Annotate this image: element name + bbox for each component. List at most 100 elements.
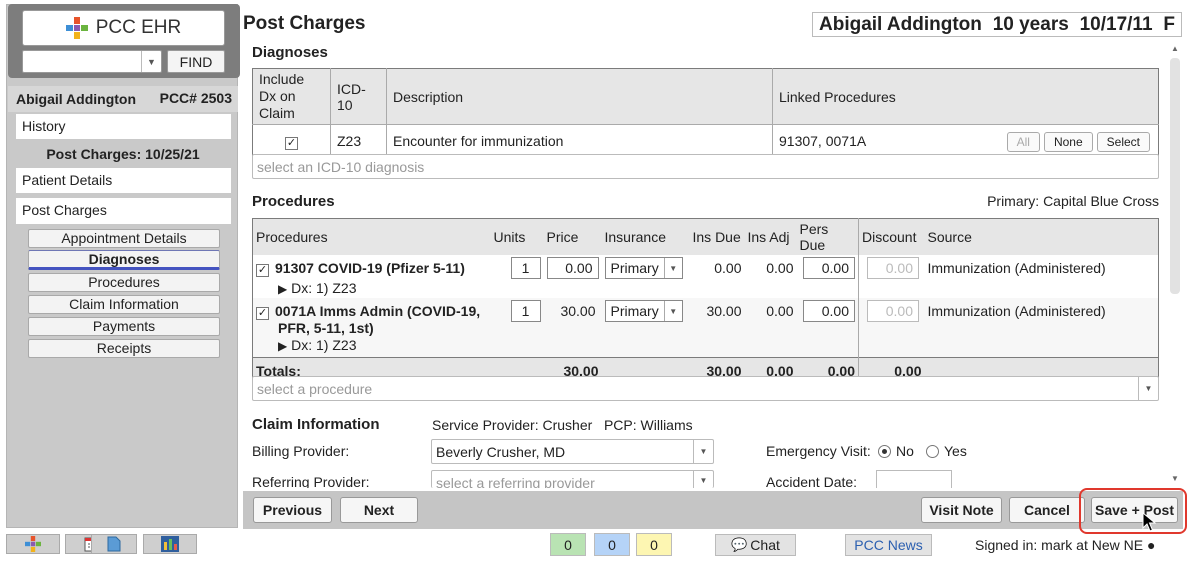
link-select-button[interactable]: Select xyxy=(1096,132,1150,152)
procedures-heading: Procedures xyxy=(252,193,335,210)
col-linked-procedures: Linked Procedures xyxy=(772,68,1159,125)
ins-adj: 0.00 xyxy=(766,303,794,319)
emergency-no-radio[interactable]: No xyxy=(878,443,914,459)
units-input[interactable]: 1 xyxy=(510,257,541,279)
chat-button[interactable]: 💬 Chat xyxy=(715,534,796,556)
ins-due: 30.00 xyxy=(706,303,742,319)
subitem-diagnoses[interactable]: Diagnoses xyxy=(28,250,220,270)
cursor-icon xyxy=(1142,512,1156,532)
pers-due-input[interactable]: 0.00 xyxy=(803,300,855,322)
subitem-appointment-details[interactable]: Appointment Details xyxy=(28,229,220,248)
status-count-blue[interactable]: 0 xyxy=(594,533,630,556)
link-none-button[interactable]: None xyxy=(1043,132,1093,152)
chevron-down-icon: ▼ xyxy=(663,301,682,321)
chevron-down-icon[interactable]: ▼ xyxy=(141,51,161,72)
status-count-green[interactable]: 0 xyxy=(550,533,586,556)
emergency-yes-radio[interactable]: Yes xyxy=(926,443,967,459)
find-button[interactable]: FIND xyxy=(167,50,225,73)
expand-triangle-icon[interactable]: ▶ xyxy=(278,339,287,353)
col-price: Price xyxy=(543,218,602,255)
discount-input[interactable]: 0.00 xyxy=(867,300,919,322)
include-dx-checkbox[interactable]: ✓ xyxy=(285,136,298,150)
patient-header: PCC# 2503 Abigail Addington xyxy=(8,86,238,112)
col-source: Source xyxy=(924,218,1159,255)
procedure-dx: Dx: 1) Z23 xyxy=(291,280,357,296)
visit-note-button[interactable]: Visit Note xyxy=(921,497,1002,523)
pcc-ehr-home-button[interactable]: PCC EHR xyxy=(22,10,225,46)
discount-input[interactable]: 0.00 xyxy=(867,257,919,279)
col-ins-adj: Ins Adj xyxy=(744,218,797,255)
chevron-down-icon: ▼ xyxy=(663,258,682,278)
chevron-down-icon[interactable]: ▼ xyxy=(693,440,713,463)
chat-icon: 💬 xyxy=(731,537,748,552)
col-discount: Discount xyxy=(858,218,925,255)
referring-provider-select[interactable]: select a referring provider ▼ xyxy=(431,470,714,488)
status-count-yellow[interactable]: 0 xyxy=(636,533,672,556)
insurance-select[interactable]: Primary ▼ xyxy=(604,257,683,279)
app-title: PCC EHR xyxy=(95,17,182,38)
billing-provider-label: Billing Provider: xyxy=(252,443,350,459)
procedure-name: 91307 COVID-19 (Pfizer 5-11) xyxy=(275,260,465,276)
dx-description: Encounter for immunization xyxy=(386,124,773,158)
dx-linked-procedures: 91307, 0071A xyxy=(779,133,867,149)
next-button[interactable]: Next xyxy=(340,497,418,523)
pers-due-input[interactable]: 0.00 xyxy=(803,257,855,279)
reports-button[interactable] xyxy=(143,534,197,554)
units-input[interactable]: 1 xyxy=(510,300,541,322)
expand-triangle-icon[interactable]: ▶ xyxy=(278,282,287,296)
col-description: Description xyxy=(386,68,773,125)
post-charges-date: Post Charges: 10/25/21 xyxy=(46,146,200,162)
icd10-search-input[interactable]: select an ICD-10 diagnosis xyxy=(252,154,1159,179)
service-provider: Service Provider: Crusher PCP: Williams xyxy=(432,417,693,433)
table-row: ✓ 91307 COVID-19 (Pfizer 5-11) ▶ Dx: 1) Z… xyxy=(253,255,1159,298)
accident-date-label: Accident Date: xyxy=(766,474,858,488)
accident-date-input[interactable] xyxy=(876,470,952,488)
col-ins-due: Ins Due xyxy=(689,218,745,255)
banner-patient-name: Abigail Addington xyxy=(819,13,982,35)
procedure-name-line2: PFR, 5-11, 1st) xyxy=(278,320,374,336)
procedure-checkbox[interactable]: ✓ xyxy=(256,307,269,320)
primary-insurance-label: Primary: Capital Blue Cross xyxy=(987,193,1159,209)
pcc-tray-button[interactable] xyxy=(6,534,60,554)
chart-icon xyxy=(161,536,179,552)
previous-button[interactable]: Previous xyxy=(253,497,332,523)
table-row: ✓ 0071A Imms Admin (COVID-19, PFR, 5-11, … xyxy=(252,298,1159,358)
banner-patient-dob: 10/17/11 xyxy=(1079,13,1153,35)
pcc-logo-icon xyxy=(25,536,41,552)
ins-due: 0.00 xyxy=(714,260,742,276)
insurance-select[interactable]: Primary ▼ xyxy=(604,300,683,322)
subitem-payments[interactable]: Payments xyxy=(28,317,220,336)
vertical-scrollbar[interactable]: ▲ ▼ xyxy=(1168,44,1182,488)
emergency-visit-label: Emergency Visit: xyxy=(766,443,871,459)
link-all-button[interactable]: All xyxy=(1006,132,1040,152)
col-insurance: Insurance xyxy=(601,218,690,255)
procedure-search-select[interactable]: select a procedure ▼ xyxy=(252,376,1159,401)
signed-in-status: Signed in: mark at New NE ● xyxy=(975,537,1156,553)
sidebar-item-patient-details[interactable]: Patient Details xyxy=(16,168,231,193)
billing-provider-select[interactable]: Beverly Crusher, MD ▼ xyxy=(431,439,714,464)
pcc-logo-icon xyxy=(65,17,88,39)
document-icon xyxy=(107,536,121,552)
document-button[interactable] xyxy=(91,534,137,554)
highlight-annotation xyxy=(1079,488,1187,534)
scroll-thumb[interactable] xyxy=(1170,58,1180,294)
sidebar-item-post-charges[interactable]: Post Charges xyxy=(16,198,231,224)
banner-patient-age: 10 years xyxy=(992,13,1069,35)
table-row: ✓ Z23 Encounter for immunization 91307, … xyxy=(252,124,1159,158)
subitem-procedures[interactable]: Procedures xyxy=(28,273,220,292)
pcc-news-button[interactable]: PCC News xyxy=(845,534,932,556)
page-title: Post Charges xyxy=(243,13,366,34)
cancel-button[interactable]: Cancel xyxy=(1009,497,1085,523)
procedure-name: 0071A Imms Admin (COVID-19, xyxy=(275,303,481,319)
sidebar-item-history[interactable]: History xyxy=(16,114,231,139)
subitem-receipts[interactable]: Receipts xyxy=(28,339,220,358)
chevron-down-icon[interactable]: ▼ xyxy=(693,471,713,488)
patient-banner: Abigail Addington 10 years 10/17/11 F xyxy=(812,12,1182,37)
chevron-down-icon[interactable]: ▼ xyxy=(1138,377,1158,400)
diagnoses-table: Include Dx on Claim ICD-10 Description L… xyxy=(252,68,1159,158)
banner-patient-sex: F xyxy=(1163,13,1175,35)
procedure-checkbox[interactable]: ✓ xyxy=(256,264,269,277)
patient-search-input[interactable]: ▼ xyxy=(22,50,162,73)
price-input[interactable]: 0.00 xyxy=(546,257,599,279)
subitem-claim-information[interactable]: Claim Information xyxy=(28,295,220,314)
